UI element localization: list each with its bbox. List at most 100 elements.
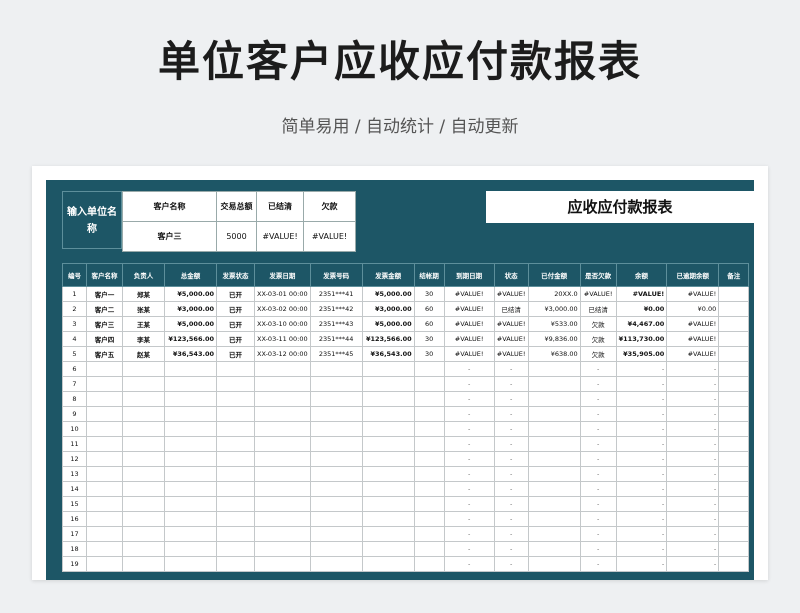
table-cell[interactable]: 已开: [216, 301, 255, 317]
table-cell[interactable]: -: [493, 391, 529, 407]
table-cell[interactable]: -: [443, 451, 495, 467]
table-cell[interactable]: XX-03-01 00:00: [254, 286, 311, 302]
table-cell[interactable]: [254, 481, 311, 497]
table-cell[interactable]: [309, 466, 363, 482]
table-cell[interactable]: [122, 421, 165, 437]
table-cell[interactable]: -: [666, 421, 720, 437]
table-cell[interactable]: [309, 361, 363, 377]
table-cell[interactable]: ¥4,467.00: [615, 316, 668, 332]
table-cell[interactable]: ¥3,000.00: [361, 301, 415, 317]
table-cell[interactable]: [164, 391, 217, 407]
table-cell[interactable]: #VALUE!: [666, 346, 720, 362]
table-cell[interactable]: 王某: [122, 316, 165, 332]
table-cell[interactable]: [527, 391, 581, 407]
table-cell[interactable]: [309, 556, 363, 572]
table-cell[interactable]: -: [579, 451, 617, 467]
table-cell[interactable]: #VALUE!: [493, 346, 529, 362]
table-cell[interactable]: 2351***43: [309, 316, 363, 332]
table-cell[interactable]: [527, 556, 581, 572]
table-cell[interactable]: [254, 496, 311, 512]
summary-total-cell[interactable]: 5000: [216, 221, 257, 252]
table-cell[interactable]: #VALUE!: [443, 286, 495, 302]
table-cell[interactable]: [309, 406, 363, 422]
table-cell[interactable]: [122, 376, 165, 392]
table-cell[interactable]: [254, 511, 311, 527]
table-cell[interactable]: -: [443, 436, 495, 452]
column-header[interactable]: 是否欠款: [579, 263, 617, 287]
table-cell[interactable]: [122, 436, 165, 452]
table-cell[interactable]: [86, 391, 123, 407]
table-cell[interactable]: -: [666, 406, 720, 422]
table-cell[interactable]: [164, 481, 217, 497]
table-cell[interactable]: [216, 466, 255, 482]
table-cell[interactable]: [309, 496, 363, 512]
table-cell[interactable]: -: [579, 541, 617, 557]
table-cell[interactable]: XX-03-02 00:00: [254, 301, 311, 317]
table-cell[interactable]: 18: [62, 541, 87, 557]
table-cell[interactable]: 已结清: [579, 301, 617, 317]
table-cell[interactable]: [122, 541, 165, 557]
table-cell[interactable]: 客户二: [86, 301, 123, 317]
table-cell[interactable]: [361, 421, 415, 437]
table-cell[interactable]: [122, 556, 165, 572]
table-cell[interactable]: 欠款: [579, 331, 617, 347]
table-cell[interactable]: ¥5,000.00: [361, 316, 415, 332]
table-cell[interactable]: [122, 361, 165, 377]
table-cell[interactable]: ¥36,543.00: [164, 346, 217, 362]
table-cell[interactable]: [718, 316, 750, 332]
table-cell[interactable]: 8: [62, 391, 87, 407]
table-cell[interactable]: [527, 376, 581, 392]
column-header[interactable]: 到期日期: [443, 263, 495, 287]
table-cell[interactable]: [254, 361, 311, 377]
table-cell[interactable]: 5: [62, 346, 87, 362]
table-cell[interactable]: -: [615, 376, 668, 392]
table-cell[interactable]: [361, 436, 415, 452]
table-cell[interactable]: [216, 511, 255, 527]
table-cell[interactable]: [122, 511, 165, 527]
table-cell[interactable]: [361, 511, 415, 527]
table-cell[interactable]: 欠款: [579, 346, 617, 362]
table-cell[interactable]: [361, 406, 415, 422]
table-cell[interactable]: -: [443, 466, 495, 482]
table-cell[interactable]: -: [493, 406, 529, 422]
table-cell[interactable]: #VALUE!: [666, 316, 720, 332]
table-cell[interactable]: XX-03-11 00:00: [254, 331, 311, 347]
table-cell[interactable]: 赵某: [122, 346, 165, 362]
table-cell[interactable]: [718, 481, 750, 497]
table-cell[interactable]: 7: [62, 376, 87, 392]
table-cell[interactable]: -: [615, 436, 668, 452]
table-cell[interactable]: 30: [413, 331, 445, 347]
table-cell[interactable]: -: [579, 496, 617, 512]
table-cell[interactable]: -: [493, 526, 529, 542]
column-header[interactable]: 备注: [718, 263, 750, 287]
table-cell[interactable]: [86, 451, 123, 467]
table-cell[interactable]: 20XX.0: [527, 286, 581, 302]
table-cell[interactable]: [254, 556, 311, 572]
table-cell[interactable]: ¥36,543.00: [361, 346, 415, 362]
table-cell[interactable]: #VALUE!: [666, 286, 720, 302]
table-cell[interactable]: -: [666, 526, 720, 542]
table-cell[interactable]: 已开: [216, 286, 255, 302]
table-cell[interactable]: -: [579, 376, 617, 392]
table-cell[interactable]: -: [615, 556, 668, 572]
table-cell[interactable]: -: [493, 451, 529, 467]
table-cell[interactable]: [718, 436, 750, 452]
table-cell[interactable]: -: [443, 541, 495, 557]
table-cell[interactable]: 11: [62, 436, 87, 452]
table-cell[interactable]: 2351***45: [309, 346, 363, 362]
column-header[interactable]: 发票状态: [216, 263, 255, 287]
column-header[interactable]: 已付金额: [527, 263, 581, 287]
table-cell[interactable]: [718, 466, 750, 482]
table-cell[interactable]: ¥533.00: [527, 316, 581, 332]
table-cell[interactable]: [216, 556, 255, 572]
table-cell[interactable]: -: [579, 526, 617, 542]
column-header[interactable]: 总金额: [164, 263, 217, 287]
table-cell[interactable]: -: [443, 376, 495, 392]
table-cell[interactable]: -: [443, 361, 495, 377]
table-cell[interactable]: 李某: [122, 331, 165, 347]
table-cell[interactable]: [122, 451, 165, 467]
table-cell[interactable]: -: [615, 526, 668, 542]
table-cell[interactable]: -: [579, 481, 617, 497]
table-cell[interactable]: [718, 451, 750, 467]
table-cell[interactable]: [413, 421, 445, 437]
